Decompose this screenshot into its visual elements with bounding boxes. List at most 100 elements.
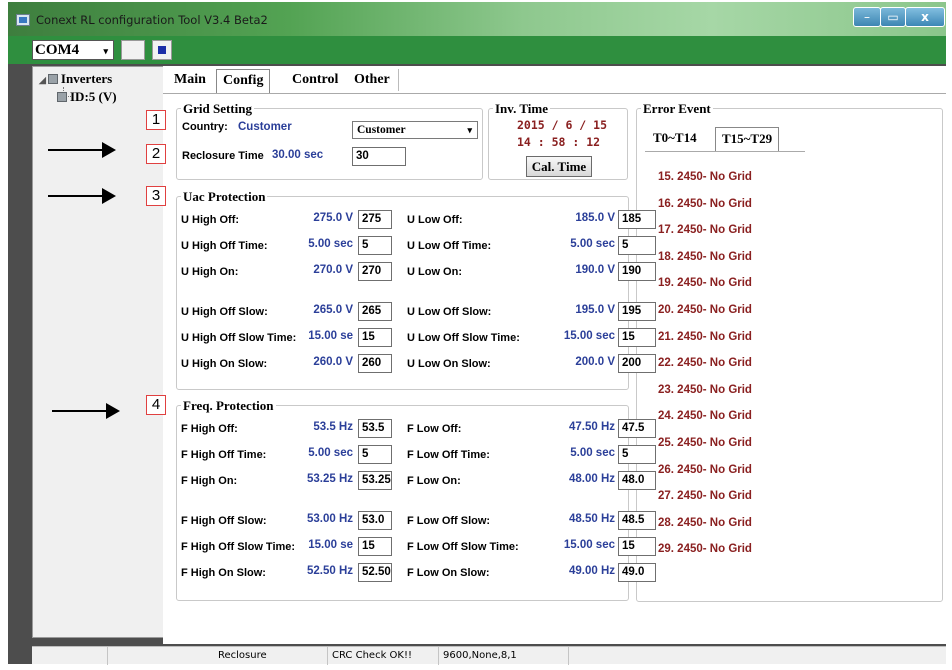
inv-time-title: Inv. Time bbox=[493, 101, 550, 117]
error-event-item: 15. 2450- No Grid bbox=[658, 171, 752, 183]
error-event-item: 26. 2450- No Grid bbox=[658, 463, 752, 476]
param-input[interactable]: 52.50 bbox=[358, 563, 392, 582]
param-label: F Low Off: bbox=[407, 423, 462, 435]
param-input[interactable]: 53.25 bbox=[358, 471, 392, 490]
tab-other[interactable]: Other bbox=[348, 69, 396, 93]
param-value: 5.00 sec bbox=[570, 447, 615, 459]
param-input[interactable]: 15 bbox=[618, 537, 656, 556]
status-reclosure: Reclosure bbox=[108, 647, 328, 665]
param-input[interactable]: 185 bbox=[618, 210, 656, 229]
param-input[interactable]: 53.0 bbox=[358, 511, 392, 530]
param-input[interactable]: 49.0 bbox=[618, 563, 656, 582]
error-event-item: 21. 2450- No Grid bbox=[658, 330, 752, 343]
freq-protection-group: Freq. Protection F High Off: 53.5 Hz 53.5 F… bbox=[176, 398, 656, 601]
expand-icon[interactable]: ◢ bbox=[39, 75, 46, 85]
param-label: U Low Off Slow Time: bbox=[407, 332, 520, 344]
tab-divider bbox=[398, 69, 399, 91]
uac-protection-title: Uac Protection bbox=[181, 189, 268, 205]
com-port-value: COM4 bbox=[35, 42, 80, 58]
param-value: 270.0 V bbox=[313, 264, 353, 276]
config-panel: Main Config Control Other Grid Setting C… bbox=[163, 66, 946, 644]
error-event-item: 18. 2450- No Grid bbox=[658, 250, 752, 263]
param-input[interactable]: 5 bbox=[358, 236, 392, 255]
param-input[interactable]: 15 bbox=[358, 537, 392, 556]
param-label: U High On: bbox=[181, 266, 239, 278]
error-event-item: 27. 2450- No Grid bbox=[658, 490, 752, 503]
status-section-1 bbox=[32, 647, 108, 665]
param-input[interactable]: 5 bbox=[358, 445, 392, 464]
status-serial-settings: 9600,None,8,1 bbox=[439, 647, 569, 665]
param-label: F High On: bbox=[181, 475, 238, 487]
stop-button[interactable] bbox=[152, 40, 172, 60]
reclosure-value: 30.00 sec bbox=[272, 149, 324, 161]
tree-node-inverters[interactable]: ◢ Inverters bbox=[39, 71, 112, 87]
param-input[interactable]: 5 bbox=[618, 236, 656, 255]
close-button[interactable]: x bbox=[905, 7, 945, 27]
param-input[interactable]: 195 bbox=[618, 302, 656, 321]
error-event-item: 28. 2450- No Grid bbox=[658, 516, 752, 529]
param-value: 15.00 sec bbox=[563, 330, 615, 342]
grid-setting-title: Grid Setting bbox=[181, 101, 254, 117]
title-bar[interactable]: Conext RL configuration Tool V3.4 Beta2 … bbox=[8, 2, 946, 36]
tab-config[interactable]: Config bbox=[216, 69, 271, 93]
connect-button[interactable] bbox=[121, 40, 145, 60]
error-event-item: 19. 2450- No Grid bbox=[658, 277, 752, 290]
tab-t15-t29[interactable]: T15~T29 bbox=[715, 127, 780, 151]
param-value: 5.00 sec bbox=[308, 447, 353, 459]
param-input[interactable]: 190 bbox=[618, 262, 656, 281]
param-label: F High On Slow: bbox=[181, 567, 266, 579]
param-label: F High Off Slow Time: bbox=[181, 541, 296, 553]
param-label: U High On Slow: bbox=[181, 358, 268, 370]
param-value: 275.0 V bbox=[313, 212, 353, 224]
error-event-item: 23. 2450- No Grid bbox=[658, 383, 752, 396]
freq-protection-title: Freq. Protection bbox=[181, 398, 276, 414]
param-input[interactable]: 5 bbox=[618, 445, 656, 464]
callout-4: 4 bbox=[146, 395, 166, 415]
param-label: F High Off Time: bbox=[181, 449, 267, 461]
status-bar: Reclosure CRC Check OK!! 9600,None,8,1 bbox=[32, 646, 946, 665]
param-input[interactable]: 53.5 bbox=[358, 419, 392, 438]
param-label: F Low Off Slow: bbox=[407, 515, 491, 527]
minimize-button[interactable]: – bbox=[853, 7, 881, 27]
param-input[interactable]: 15 bbox=[358, 328, 392, 347]
param-label: U Low On Slow: bbox=[407, 358, 491, 370]
country-select[interactable]: Customer ▾ bbox=[352, 121, 478, 139]
param-input[interactable]: 275 bbox=[358, 210, 392, 229]
inv-clock: 14 : 58 : 12 bbox=[517, 135, 601, 149]
param-label: U Low On: bbox=[407, 266, 462, 278]
tab-t0-t14[interactable]: T0~T14 bbox=[647, 127, 703, 151]
param-value: 49.00 Hz bbox=[568, 565, 615, 577]
arrow-icon bbox=[48, 142, 116, 158]
param-label: F Low Off Time: bbox=[407, 449, 490, 461]
tab-main[interactable]: Main bbox=[168, 69, 212, 93]
reclosure-input[interactable]: 30 bbox=[352, 147, 406, 166]
callout-1: 1 bbox=[146, 110, 166, 130]
error-event-title: Error Event bbox=[641, 101, 713, 117]
param-input[interactable]: 47.5 bbox=[618, 419, 656, 438]
grid-setting-group: Grid Setting Country: Customer Customer … bbox=[176, 101, 483, 180]
error-event-item: 24. 2450- No Grid bbox=[658, 410, 752, 423]
param-input[interactable]: 48.5 bbox=[618, 511, 656, 530]
event-tab-underline bbox=[645, 151, 805, 152]
param-label: U High Off: bbox=[181, 214, 240, 226]
tab-control[interactable]: Control bbox=[286, 69, 344, 93]
tree-node-inverter[interactable]: ID:5 (V) bbox=[57, 89, 117, 105]
maximize-button[interactable]: ▭ bbox=[880, 7, 906, 27]
param-value: 48.50 Hz bbox=[568, 513, 615, 525]
param-input[interactable]: 270 bbox=[358, 262, 392, 281]
param-value: 190.0 V bbox=[575, 264, 615, 276]
param-value: 200.0 V bbox=[575, 356, 615, 368]
param-input[interactable]: 200 bbox=[618, 354, 656, 373]
param-value: 5.00 sec bbox=[308, 238, 353, 250]
app-window: Conext RL configuration Tool V3.4 Beta2 … bbox=[8, 2, 946, 665]
com-port-select[interactable]: COM4 ▾ bbox=[32, 40, 114, 60]
param-input[interactable]: 15 bbox=[618, 328, 656, 347]
cal-time-button[interactable]: Cal. Time bbox=[526, 156, 592, 177]
param-value: 260.0 V bbox=[313, 356, 353, 368]
param-value: 195.0 V bbox=[575, 304, 615, 316]
param-input[interactable]: 265 bbox=[358, 302, 392, 321]
param-label: F Low On: bbox=[407, 475, 461, 487]
param-input[interactable]: 260 bbox=[358, 354, 392, 373]
param-input[interactable]: 48.0 bbox=[618, 471, 656, 490]
error-event-item: 22. 2450- No Grid bbox=[658, 357, 752, 370]
